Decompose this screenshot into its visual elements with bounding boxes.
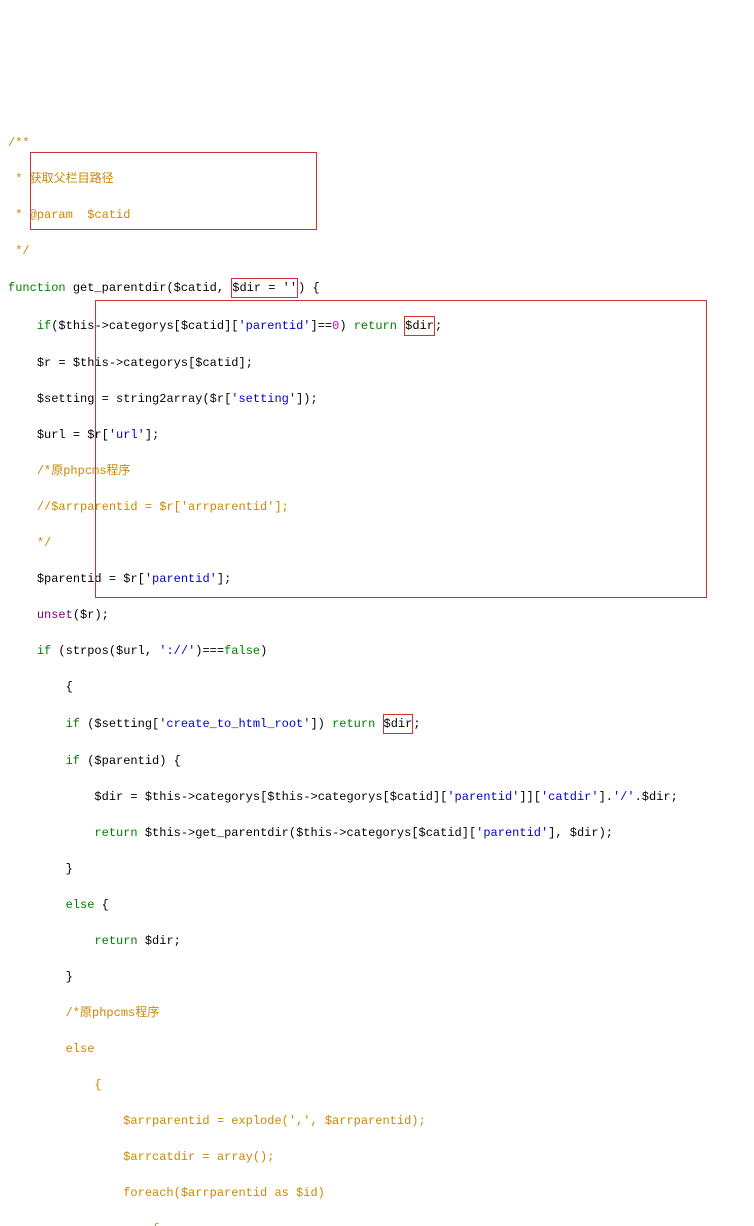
code-line-assign-r: $r = $this->categorys[$catid]; bbox=[8, 354, 746, 372]
code-line-else: else { bbox=[8, 896, 746, 914]
comment-block2-3: { bbox=[8, 1076, 746, 1094]
doc-comment-close: */ bbox=[8, 242, 746, 260]
comment-block1-2: //$arrparentid = $r['arrparentid']; bbox=[8, 498, 746, 516]
comment-block2-7: { bbox=[8, 1220, 746, 1226]
comment-block2-2: else bbox=[8, 1040, 746, 1058]
code-brace-close-2: } bbox=[8, 968, 746, 986]
code-line-unset: unset($r); bbox=[8, 606, 746, 624]
code-line-return-dir: return $dir; bbox=[8, 932, 746, 950]
code-line-assign-url: $url = $r['url']; bbox=[8, 426, 746, 444]
comment-block2-4: $arrparentid = explode(',', $arrparentid… bbox=[8, 1112, 746, 1130]
comment-block2-1: /*原phpcms程序 bbox=[8, 1004, 746, 1022]
code-brace-close-1: } bbox=[8, 860, 746, 878]
code-line-if-parentid: if ($parentid) { bbox=[8, 752, 746, 770]
doc-comment-desc: * 获取父栏目路径 bbox=[8, 170, 746, 188]
code-brace-open: { bbox=[8, 678, 746, 696]
code-line-return-recurse: return $this->get_parentdir($this->categ… bbox=[8, 824, 746, 842]
comment-block2-5: $arrcatdir = array(); bbox=[8, 1148, 746, 1166]
code-line-if-parentid-zero: if($this->categorys[$catid]['parentid']=… bbox=[8, 316, 746, 336]
code-line-assign-parentid: $parentid = $r['parentid']; bbox=[8, 570, 746, 588]
code-line-if-root: if ($setting['create_to_html_root']) ret… bbox=[8, 714, 746, 734]
code-line-if-strpos: if (strpos($url, '://')===false) bbox=[8, 642, 746, 660]
code-line-dir-assign: $dir = $this->categorys[$this->categorys… bbox=[8, 788, 746, 806]
highlight-box-2 bbox=[95, 300, 707, 598]
code-line-assign-setting: $setting = string2array($r['setting']); bbox=[8, 390, 746, 408]
comment-block1-3: */ bbox=[8, 534, 746, 552]
function-signature: function get_parentdir($catid, $dir = ''… bbox=[8, 278, 746, 298]
comment-block2-6: foreach($arrparentid as $id) bbox=[8, 1184, 746, 1202]
doc-comment-open: /** bbox=[8, 134, 746, 152]
doc-comment-param: * @param $catid bbox=[8, 206, 746, 224]
comment-block1-1: /*原phpcms程序 bbox=[8, 462, 746, 480]
